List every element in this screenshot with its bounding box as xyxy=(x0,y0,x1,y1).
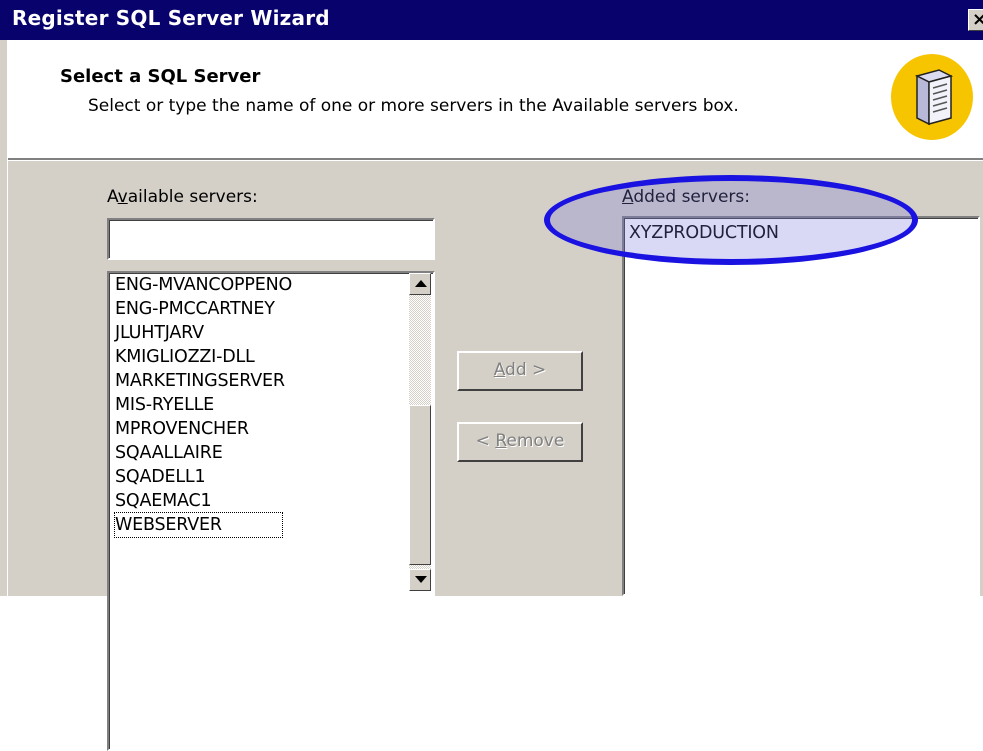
list-item[interactable]: SQAEMAC1 xyxy=(115,489,212,513)
wizard-body: Available servers: ENG-MVANCOPPENO ENG-P… xyxy=(8,161,983,751)
add-button[interactable]: Add > xyxy=(457,351,583,391)
list-item[interactable]: SQADELL1 xyxy=(115,465,206,489)
arrow-down-icon xyxy=(415,576,427,583)
close-button[interactable]: × xyxy=(968,9,983,31)
remove-button[interactable]: < Remove xyxy=(457,422,583,462)
available-servers-label: Available servers: xyxy=(107,187,258,207)
scroll-up-button[interactable] xyxy=(409,273,431,295)
page-subtitle: Select or type the name of one or more s… xyxy=(88,96,739,116)
list-item[interactable]: MIS-RYELLE xyxy=(115,393,214,417)
server-name-input[interactable] xyxy=(107,218,435,260)
list-item[interactable]: ENG-MVANCOPPENO xyxy=(115,273,292,297)
list-item[interactable]: XYZPRODUCTION xyxy=(629,223,779,243)
scrollbar-thumb[interactable] xyxy=(409,405,431,565)
available-servers-list[interactable]: ENG-MVANCOPPENO ENG-PMCCARTNEY JLUHTJARV… xyxy=(107,271,435,751)
list-item[interactable]: SQAALLAIRE xyxy=(115,441,223,465)
list-item[interactable]: ENG-PMCCARTNEY xyxy=(115,297,275,321)
page-title: Select a SQL Server xyxy=(60,66,261,87)
list-item[interactable]: MARKETINGSERVER xyxy=(115,369,285,393)
server-icon xyxy=(891,54,973,140)
list-item[interactable]: MPROVENCHER xyxy=(115,417,249,441)
window-title: Register SQL Server Wizard xyxy=(12,6,330,30)
wizard-header: Select a SQL Server Select or type the n… xyxy=(8,40,983,158)
list-item[interactable]: KMIGLIOZZI-DLL xyxy=(115,345,255,369)
title-bar: Register SQL Server Wizard × xyxy=(0,0,983,40)
window-edge xyxy=(0,40,8,596)
added-servers-list[interactable]: XYZPRODUCTION xyxy=(622,216,980,596)
list-item[interactable]: JLUHTJARV xyxy=(115,321,204,345)
scroll-down-button[interactable] xyxy=(409,569,431,591)
added-servers-label: Added servers: xyxy=(622,187,750,207)
list-item-focused[interactable]: WEBSERVER xyxy=(114,512,283,538)
arrow-up-icon xyxy=(415,280,427,287)
